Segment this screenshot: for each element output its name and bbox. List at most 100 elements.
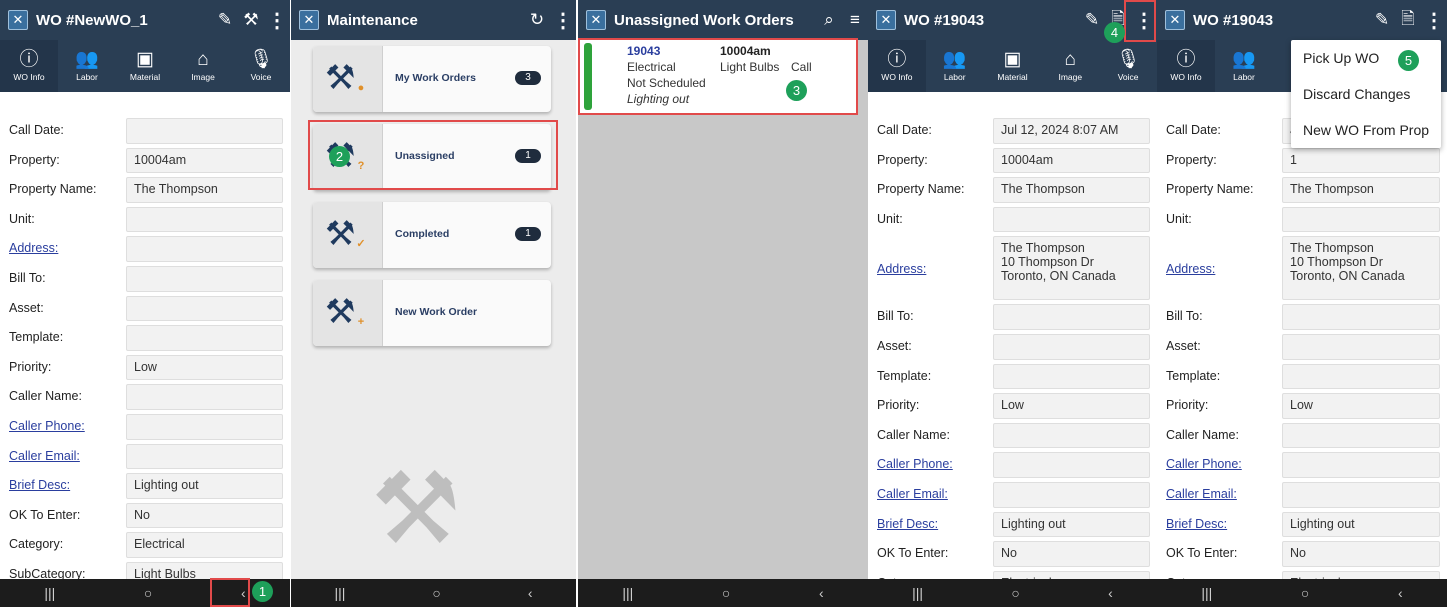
field-value[interactable] — [1282, 206, 1440, 233]
recents-icon[interactable]: ||| — [44, 585, 55, 601]
more-menu-icon[interactable]: ⋮ — [550, 8, 576, 33]
field-value[interactable] — [993, 363, 1150, 390]
field-value[interactable] — [126, 443, 283, 470]
field-value[interactable]: Low — [993, 393, 1150, 419]
field-value[interactable] — [126, 118, 283, 144]
field-value[interactable]: No — [126, 502, 283, 529]
field-label[interactable]: Address: — [9, 241, 58, 255]
home-icon[interactable]: ○ — [1301, 585, 1309, 601]
field-value[interactable] — [1282, 422, 1440, 449]
field-value[interactable]: 1 — [1282, 147, 1440, 174]
field-value[interactable] — [993, 482, 1150, 508]
back-icon[interactable]: ‹ — [819, 585, 824, 601]
field-value[interactable]: The Thompson 10 Thompson Dr Toronto, ON … — [1282, 236, 1440, 301]
tab-wo-info[interactable]: ⓘ WO Info — [1157, 40, 1215, 92]
tab-labor[interactable]: 👥 Labor — [926, 40, 984, 92]
field-label[interactable]: Brief Desc: — [877, 517, 938, 531]
back-icon[interactable]: ‹ — [528, 585, 533, 601]
recents-icon[interactable]: ||| — [622, 585, 633, 601]
back-icon[interactable]: ‹ — [1398, 585, 1403, 601]
field-value[interactable] — [993, 304, 1150, 330]
field-label[interactable]: Caller Email: — [1166, 487, 1237, 501]
field-value[interactable] — [1282, 334, 1440, 360]
field-value[interactable]: The Thompson — [1282, 177, 1440, 203]
tab-material[interactable]: ▣ Material — [116, 40, 174, 92]
field-value[interactable] — [126, 414, 283, 440]
tab-wo-info[interactable]: ⓘ WO Info — [868, 40, 926, 92]
menu-card-my-work-orders[interactable]: ⚒ ● My Work Orders 3 — [313, 46, 551, 112]
tab-labor[interactable]: 👥 Labor — [1215, 40, 1273, 92]
field-value[interactable] — [126, 384, 283, 410]
field-value[interactable] — [1282, 452, 1440, 478]
work-order-card[interactable]: 19043 10004am Electrical Light Bulbs Cal… — [578, 38, 858, 115]
field-value[interactable] — [126, 236, 283, 262]
back-icon[interactable]: ‹ — [1108, 585, 1113, 601]
field-label[interactable]: Caller Email: — [877, 487, 948, 501]
recents-icon[interactable]: ||| — [334, 585, 345, 601]
field-value[interactable]: Jul 12, 2024 8:07 AM — [993, 118, 1150, 144]
recents-icon[interactable]: ||| — [912, 585, 923, 601]
refresh-icon[interactable]: ↻ — [524, 10, 550, 30]
tab-voice[interactable]: 🎙 Voice — [232, 40, 290, 92]
document-icon[interactable]: 🗎 — [1395, 6, 1421, 35]
field-value[interactable]: 10004am — [993, 147, 1150, 174]
field-value[interactable]: The Thompson — [126, 177, 283, 203]
people-icon: 👥 — [75, 49, 99, 70]
menu-card-new-work-order[interactable]: ⚒ + New Work Order — [313, 280, 551, 346]
menu-item-discard-changes[interactable]: Discard Changes — [1291, 76, 1441, 112]
tab-voice[interactable]: 🎙 Voice — [1099, 40, 1157, 92]
edit-icon[interactable]: ✎ — [1369, 10, 1395, 30]
sort-icon[interactable]: ≡ — [842, 10, 868, 30]
field-value[interactable]: The Thompson 10 Thompson Dr Toronto, ON … — [993, 236, 1150, 301]
tab-image[interactable]: ⌂ Image — [1041, 40, 1099, 92]
more-menu-icon[interactable]: ⋮ — [264, 8, 290, 33]
field-value[interactable] — [1282, 363, 1440, 390]
home-icon[interactable]: ○ — [722, 585, 730, 601]
search-icon[interactable]: ⌕ — [816, 10, 842, 30]
tab-material[interactable]: ▣ Material — [984, 40, 1042, 92]
field-label[interactable]: Caller Phone: — [1166, 457, 1242, 471]
recents-icon[interactable]: ||| — [1201, 585, 1212, 601]
field-value[interactable] — [126, 266, 283, 292]
field-label[interactable]: Address: — [1166, 262, 1215, 276]
field-label[interactable]: Brief Desc: — [9, 478, 70, 492]
tab-image[interactable]: ⌂ Image — [174, 40, 232, 92]
menu-card-completed[interactable]: ⚒ ✓ Completed 1 — [313, 202, 551, 268]
field-value[interactable] — [1282, 482, 1440, 508]
app-logo-icon: ✕ — [1165, 10, 1185, 30]
edit-icon[interactable]: ✎ — [212, 10, 238, 30]
field-label[interactable]: Brief Desc: — [1166, 517, 1227, 531]
field-value[interactable]: Lighting out — [1282, 511, 1440, 538]
tab-wo-info[interactable]: ⓘ WO Info — [0, 40, 58, 92]
field-value[interactable] — [126, 206, 283, 233]
field-value[interactable]: The Thompson — [993, 177, 1150, 203]
field-value[interactable]: 10004am — [126, 147, 283, 174]
field-value[interactable]: Lighting out — [126, 473, 283, 499]
field-value[interactable] — [993, 334, 1150, 360]
field-label[interactable]: Caller Phone: — [9, 419, 85, 433]
field-label[interactable]: Caller Phone: — [877, 457, 953, 471]
field-value[interactable]: Low — [1282, 393, 1440, 419]
home-icon[interactable]: ○ — [432, 585, 440, 601]
field-value[interactable] — [126, 325, 283, 351]
field-value[interactable]: No — [993, 541, 1150, 567]
tab-labor[interactable]: 👥 Labor — [58, 40, 116, 92]
tools-icon[interactable]: ⚒ — [238, 10, 264, 30]
field-value[interactable] — [993, 422, 1150, 449]
field-value[interactable]: Lighting out — [993, 511, 1150, 538]
field-label[interactable]: Address: — [877, 262, 926, 276]
field-value[interactable]: No — [1282, 541, 1440, 567]
home-icon[interactable]: ○ — [144, 585, 152, 601]
field-value[interactable]: Low — [126, 354, 283, 381]
edit-icon[interactable]: ✎ — [1079, 10, 1105, 30]
field-label[interactable]: Caller Email: — [9, 449, 80, 463]
field-value[interactable] — [993, 452, 1150, 478]
field-label: Bill To: — [877, 309, 914, 324]
menu-item-new-wo-from-prop[interactable]: New WO From Prop — [1291, 112, 1441, 148]
field-value[interactable] — [126, 295, 283, 322]
field-value[interactable]: Electrical — [126, 532, 283, 558]
field-value[interactable] — [993, 206, 1150, 233]
field-value[interactable] — [1282, 304, 1440, 330]
more-menu-icon[interactable]: ⋮ — [1421, 8, 1447, 33]
home-icon[interactable]: ○ — [1011, 585, 1019, 601]
